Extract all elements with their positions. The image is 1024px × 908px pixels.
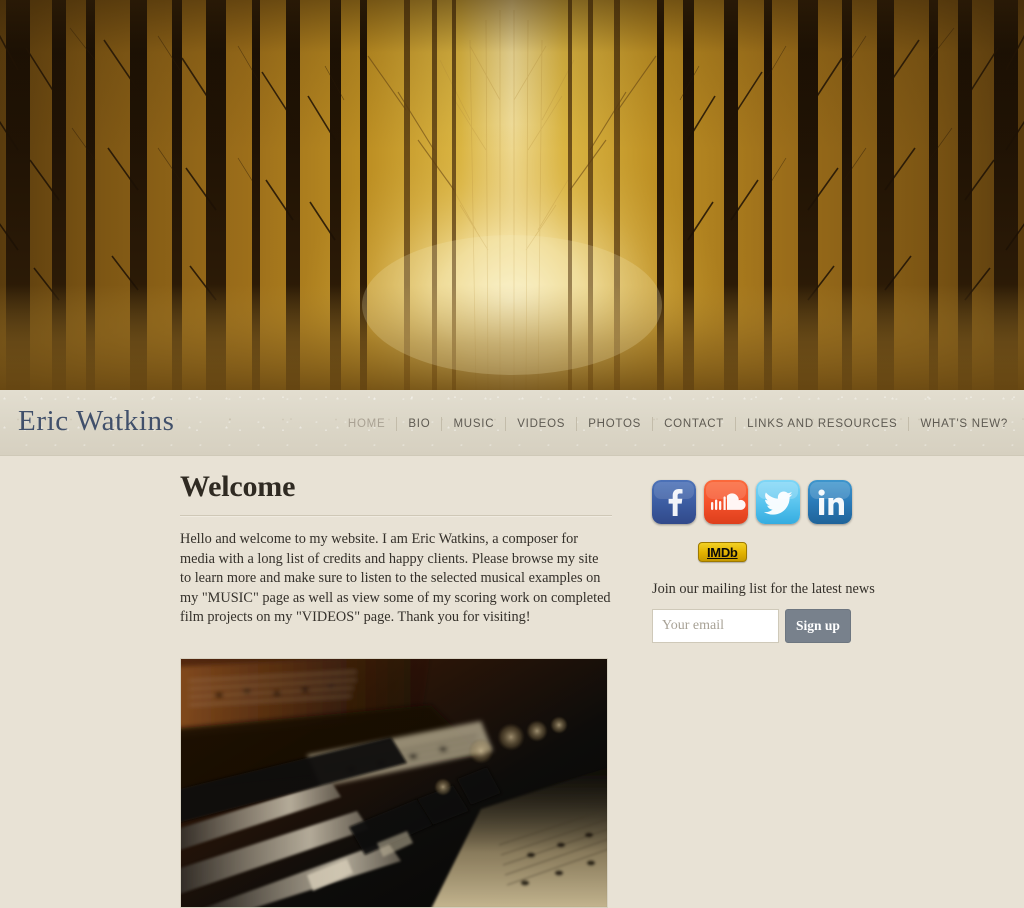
email-input[interactable] [652, 609, 779, 643]
nav-item-photos[interactable]: PHOTOS [577, 417, 654, 431]
signup-button[interactable]: Sign up [785, 609, 851, 643]
nav-item-bio[interactable]: BIO [397, 417, 443, 431]
main-navigation: HOME BIO MUSIC VIDEOS PHOTOS CONTACT LIN… [337, 414, 1010, 431]
heading-divider [180, 515, 612, 517]
page-body: Welcome Hello and welcome to my website.… [0, 456, 1024, 908]
site-header: Eric Watkins HOME BIO MUSIC VIDEOS PHOTO… [0, 390, 1024, 456]
social-links [652, 480, 930, 524]
page-title: Welcome [180, 470, 296, 503]
facebook-glyph [652, 480, 696, 524]
nav-item-links-and-resources[interactable]: LINKS AND RESOURCES [736, 417, 910, 431]
imdb-link-wrapper: IMDb [698, 542, 930, 562]
mailing-list-form: Sign up [652, 609, 930, 643]
piano-photo [180, 657, 608, 908]
facebook-icon[interactable] [652, 480, 696, 524]
nav-item-whats-new[interactable]: WHAT'S NEW? [909, 417, 1010, 431]
mailing-list-label: Join our mailing list for the latest new… [652, 581, 875, 597]
nav-item-videos[interactable]: VIDEOS [506, 417, 578, 431]
twitter-icon[interactable] [756, 480, 800, 524]
twitter-glyph [756, 480, 800, 524]
imdb-badge[interactable]: IMDb [698, 542, 747, 562]
sidebar: IMDb Join our mailing list for the lates… [650, 470, 930, 643]
linkedin-icon[interactable] [808, 480, 852, 524]
main-content: Welcome Hello and welcome to my website.… [180, 470, 612, 908]
site-title: Eric Watkins [18, 405, 175, 437]
hero-banner [0, 0, 1024, 390]
nav-item-music[interactable]: MUSIC [442, 417, 507, 431]
soundcloud-glyph [704, 480, 748, 524]
hero-forest-illustration [0, 0, 1024, 390]
nav-item-contact[interactable]: CONTACT [653, 417, 737, 431]
piano-keys-illustration [181, 658, 607, 907]
linkedin-glyph [808, 480, 852, 524]
nav-item-home[interactable]: HOME [337, 417, 398, 431]
soundcloud-icon[interactable] [704, 480, 748, 524]
welcome-paragraph: Hello and welcome to my website. I am Er… [180, 531, 611, 625]
